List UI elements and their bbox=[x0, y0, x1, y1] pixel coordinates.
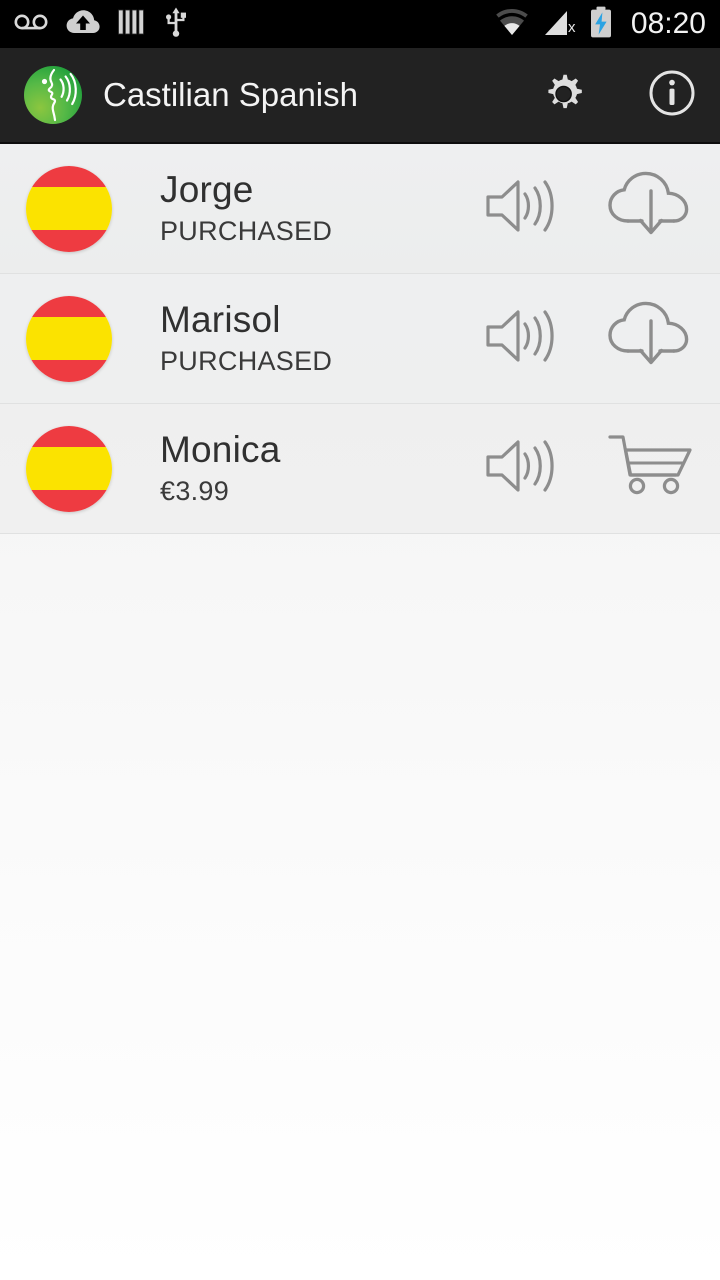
speaker-icon bbox=[484, 435, 564, 502]
download-voice-button[interactable] bbox=[604, 163, 696, 255]
bars-icon bbox=[118, 9, 146, 40]
voicemail-icon bbox=[14, 12, 48, 37]
voice-info: Marisol PURCHASED bbox=[160, 299, 332, 378]
preview-voice-button[interactable] bbox=[478, 163, 570, 255]
battery-charging-icon bbox=[589, 6, 613, 43]
status-clock: 08:20 bbox=[630, 7, 706, 40]
voice-list: Jorge PURCHASED Marisol PURCHASED Monica… bbox=[0, 144, 720, 534]
spain-flag-icon bbox=[26, 425, 112, 512]
action-bar-buttons bbox=[538, 69, 698, 121]
info-button[interactable] bbox=[646, 69, 698, 121]
preview-voice-button[interactable] bbox=[478, 423, 570, 515]
gear-icon bbox=[541, 70, 587, 121]
speaker-icon bbox=[484, 305, 564, 372]
settings-button[interactable] bbox=[538, 69, 590, 121]
voice-row-actions bbox=[478, 293, 702, 385]
status-bar-left-icons bbox=[14, 7, 188, 42]
voice-status: PURCHASED bbox=[160, 216, 333, 246]
voice-row-actions bbox=[478, 423, 702, 515]
status-bar-right-icons: x 08:20 bbox=[493, 6, 706, 43]
shopping-cart-icon bbox=[606, 429, 694, 508]
voice-list-item[interactable]: Marisol PURCHASED bbox=[0, 274, 720, 404]
app-title: Castilian Spanish bbox=[103, 76, 358, 113]
buy-voice-button[interactable] bbox=[604, 423, 696, 515]
info-icon bbox=[647, 68, 697, 123]
spain-flag-icon bbox=[26, 165, 112, 252]
voice-name: Jorge bbox=[160, 169, 254, 210]
wifi-icon bbox=[493, 7, 531, 42]
voice-row-actions bbox=[478, 163, 702, 255]
voice-info: Jorge PURCHASED bbox=[160, 169, 332, 248]
cloud-download-icon bbox=[606, 299, 694, 378]
speaker-icon bbox=[484, 175, 564, 242]
action-bar: Castilian Spanish bbox=[0, 48, 720, 144]
voice-list-item[interactable]: Jorge PURCHASED bbox=[0, 144, 720, 274]
download-voice-button[interactable] bbox=[604, 293, 696, 385]
svg-text:x: x bbox=[568, 19, 576, 36]
voice-name: Marisol bbox=[160, 299, 281, 340]
voice-status: PURCHASED bbox=[160, 346, 333, 376]
status-bar: x 08:20 bbox=[0, 0, 720, 48]
voice-name: Monica bbox=[160, 429, 281, 470]
no-sim-signal-icon: x bbox=[543, 7, 577, 42]
speaking-head-icon bbox=[24, 66, 82, 124]
spain-flag-icon bbox=[26, 295, 112, 382]
usb-icon bbox=[164, 7, 188, 42]
voice-price: €3.99 bbox=[160, 476, 230, 506]
voice-info: Monica €3.99 bbox=[160, 429, 280, 508]
preview-voice-button[interactable] bbox=[478, 293, 570, 385]
cloud-download-icon bbox=[606, 169, 694, 248]
cloud-upload-icon bbox=[66, 9, 100, 40]
phone-screen: x 08:20 Castilian Spanish Jorge PURCHASE… bbox=[0, 0, 720, 1280]
voice-list-item[interactable]: Monica €3.99 bbox=[0, 404, 720, 534]
